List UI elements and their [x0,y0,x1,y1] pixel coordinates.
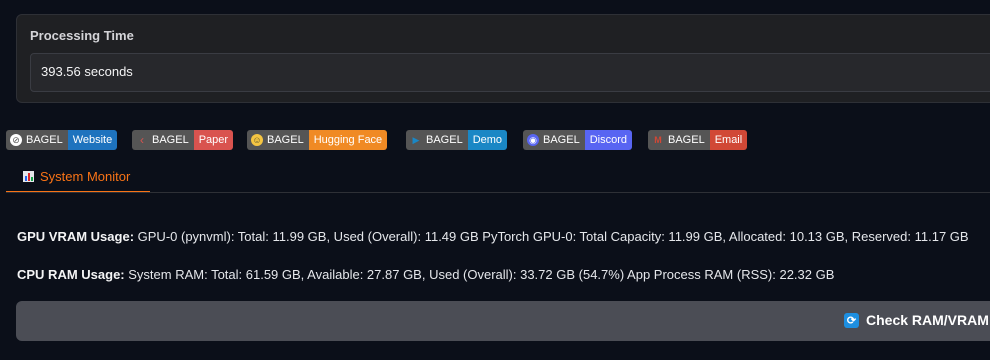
processing-time-field[interactable]: 393.56 seconds [30,53,990,92]
gpu-vram-usage: GPU VRAM Usage: GPU-0 (pynvml): Total: 1… [17,229,969,244]
gmail-icon: M [654,135,662,145]
gpu-vram-title: GPU VRAM Usage: [17,229,135,244]
gpu-vram-text: GPU-0 (pynvml): Total: 11.99 GB, Used (O… [134,229,969,244]
discord-icon: ◉ [527,134,539,146]
paper-badge[interactable]: ‹ BAGEL Paper [132,130,234,150]
badge-right-label: Email [709,130,748,150]
cpu-ram-title: CPU RAM Usage: [17,267,125,282]
compass-icon: ⊘ [10,134,22,146]
email-badge[interactable]: M BAGEL Email [648,130,748,150]
badge-right-label: Demo [467,130,508,150]
bar-chart-icon [23,171,34,182]
hugging-face-badge[interactable]: ☺ BAGEL Hugging Face [247,130,388,150]
badge-right-label: Website [67,130,118,150]
badge-left-label: BAGEL [426,134,463,146]
badge-right-label: Hugging Face [308,130,388,150]
refresh-icon: ⟳ [844,312,859,328]
hugging-face-icon: ☺ [251,134,263,146]
tab-label: System Monitor [40,169,131,184]
play-icon: ▶ [412,135,420,145]
badge-right-label: Paper [193,130,234,150]
discord-badge[interactable]: ◉ BAGEL Discord [523,130,632,150]
cpu-ram-text: System RAM: Total: 61.59 GB, Available: … [124,267,835,282]
check-ram-vram-button[interactable]: ⟳ Check RAM/VRAM [16,301,990,341]
badge-left-label: BAGEL [152,134,189,146]
badge-left-label: BAGEL [543,134,580,146]
badge-left-label: BAGEL [267,134,304,146]
website-badge[interactable]: ⊘ BAGEL Website [6,130,118,150]
processing-time-label: Processing Time [30,28,134,43]
badge-left-label: BAGEL [668,134,705,146]
badge-right-label: Discord [584,130,632,150]
demo-badge[interactable]: ▶ BAGEL Demo [406,130,508,150]
arxiv-icon: ‹ [140,133,144,147]
badge-left-label: BAGEL [26,134,63,146]
tab-system-monitor[interactable]: System Monitor [6,162,150,193]
tab-divider [6,192,990,193]
processing-time-panel: Processing Time 393.56 seconds [16,14,990,103]
cpu-ram-usage: CPU RAM Usage: System RAM: Total: 61.59 … [17,267,834,282]
check-button-label: Check RAM/VRAM [866,312,989,328]
